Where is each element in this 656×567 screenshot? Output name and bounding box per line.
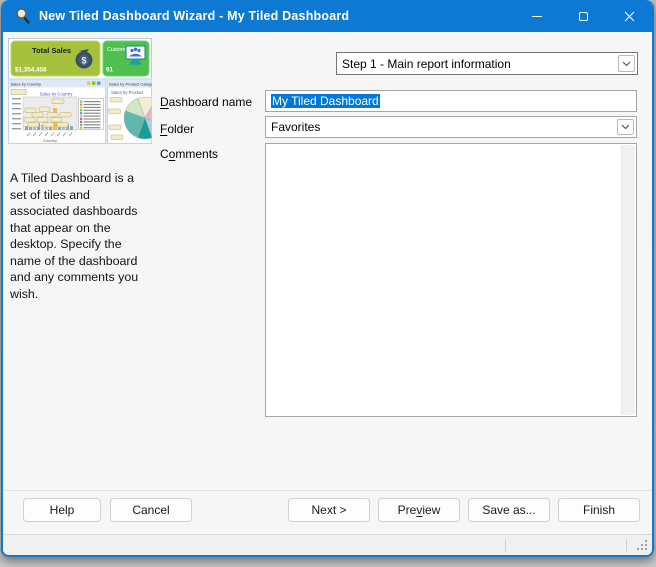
status-bar-divider (626, 539, 627, 552)
folder-chevron-button[interactable] (617, 119, 634, 135)
resize-grip[interactable] (645, 548, 647, 550)
folder-label: Folder (160, 122, 194, 136)
svg-text:91: 91 (106, 67, 114, 74)
folder-value: Favorites (266, 120, 320, 134)
svg-text:Total Sales: Total Sales (32, 46, 71, 55)
chevron-down-icon (622, 61, 631, 67)
finish-button[interactable]: Finish (558, 498, 640, 522)
chevron-down-icon (621, 124, 630, 130)
status-bar-divider (505, 539, 506, 552)
close-icon (624, 11, 635, 22)
step-selector-dropdown[interactable]: Step 1 - Main report information (336, 52, 638, 75)
wizard-magnifier-icon (15, 8, 31, 24)
maximize-button[interactable] (560, 0, 606, 32)
thumb-tile-total-sales: Total Sales $1,354,458 $ (11, 41, 100, 76)
step-selector-chevron-button[interactable] (618, 55, 635, 72)
thumb-icon-2 (92, 82, 95, 85)
close-button[interactable] (606, 0, 652, 32)
maximize-icon (579, 12, 588, 21)
window-title: New Tiled Dashboard Wizard - My Tiled Da… (39, 9, 349, 23)
save-as-button[interactable]: Save as... (468, 498, 550, 522)
svg-text:Country: Country (43, 138, 57, 143)
minimize-button[interactable] (514, 0, 560, 32)
folder-dropdown[interactable]: Favorites (265, 116, 637, 138)
thumb-tile-customers: Customers 91 (103, 41, 149, 76)
minimize-icon (532, 16, 542, 17)
svg-text:Sales by Product: Sales by Product (111, 90, 144, 95)
step-selector-value: Step 1 - Main report information (337, 57, 511, 71)
selected-text: My Tiled Dashboard (271, 94, 380, 108)
svg-text:$1,354,458: $1,354,458 (15, 67, 47, 74)
button-row-separator (3, 490, 652, 491)
help-button[interactable]: Help (23, 498, 101, 522)
svg-text:Sales by Country: Sales by Country (40, 92, 74, 97)
comments-label: Comments (160, 147, 218, 161)
comments-scrollbar[interactable] (621, 145, 635, 415)
preview-button[interactable]: Preview (378, 498, 460, 522)
dashboard-preview-thumbnail: Total Sales $1,354,458 $ Customers 91 (8, 38, 152, 144)
wizard-dialog-window: New Tiled Dashboard Wizard - My Tiled Da… (1, 0, 654, 557)
next-button[interactable]: Next > (288, 498, 370, 522)
status-bar (3, 534, 652, 555)
svg-text:$: $ (81, 56, 86, 66)
dashboard-name-input[interactable]: My Tiled Dashboard (265, 90, 637, 112)
thumb-icon-1 (87, 82, 90, 85)
title-bar[interactable]: New Tiled Dashboard Wizard - My Tiled Da… (3, 0, 652, 32)
wizard-description: A Tiled Dashboard is a set of tiles and … (10, 170, 152, 302)
thumb-panel-sales-by-country: Sales by Country Sales by Country (9, 80, 106, 144)
thumb-panel-sales-by-product: Sales by Product Category Sales by Produ… (108, 80, 153, 144)
svg-text:Sales by Product Category: Sales by Product Category (109, 82, 152, 87)
cancel-button[interactable]: Cancel (110, 498, 192, 522)
comments-textarea[interactable] (265, 143, 637, 417)
thumb-icon-3 (97, 82, 100, 85)
svg-text:Sales by Country: Sales by Country (11, 82, 41, 87)
dialog-body: Total Sales $1,354,458 $ Customers 91 (3, 32, 652, 555)
dashboard-name-label: Dashboard name (160, 95, 252, 109)
thumb-legend (79, 99, 104, 130)
